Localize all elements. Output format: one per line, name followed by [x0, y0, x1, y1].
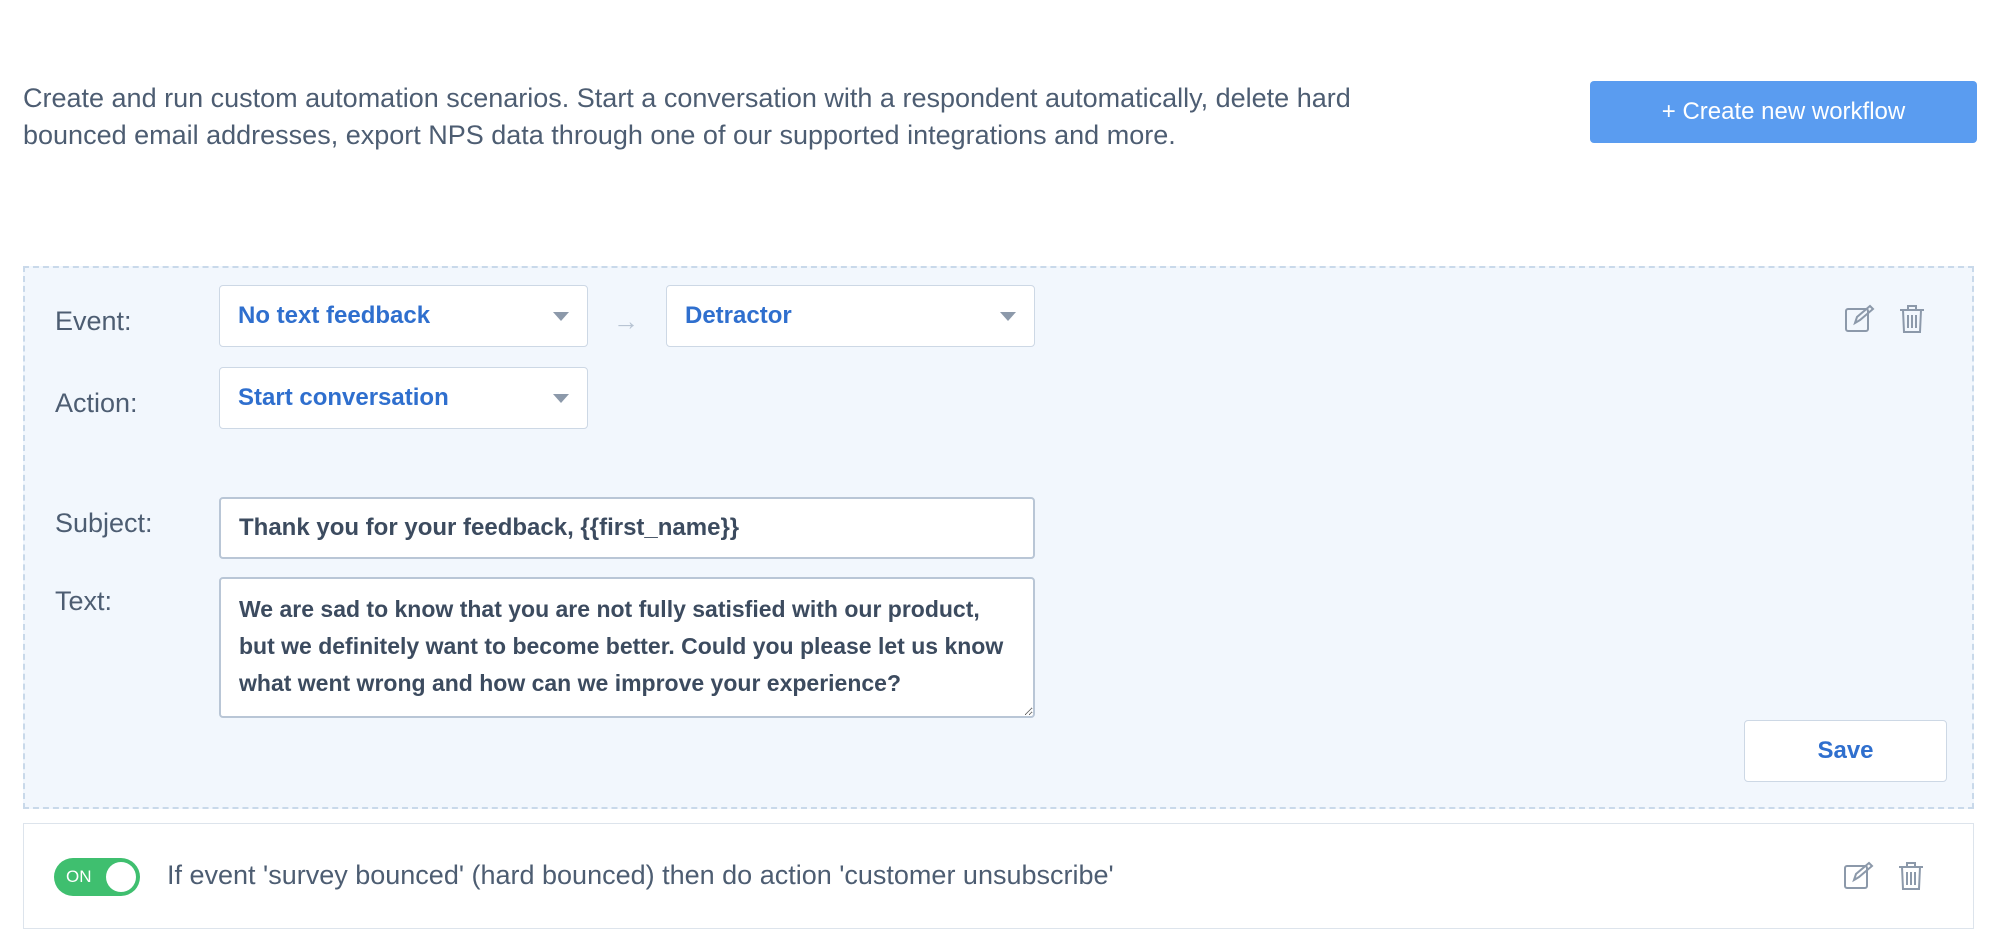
delete-workflow-button[interactable]: [1893, 300, 1931, 338]
edit-workflow-button[interactable]: [1840, 300, 1878, 338]
chevron-down-icon: [553, 393, 569, 403]
toggle-state-label: ON: [66, 867, 92, 886]
event-select-value: No text feedback: [238, 302, 431, 329]
chevron-down-icon: [1000, 311, 1016, 321]
action-select[interactable]: Start conversation: [219, 367, 588, 429]
delete-rule-button[interactable]: [1892, 857, 1930, 895]
toggle-knob: [106, 862, 136, 892]
segment-select[interactable]: Detractor: [666, 285, 1035, 347]
action-select-value: Start conversation: [238, 384, 449, 411]
edit-icon: [1845, 304, 1875, 332]
event-select[interactable]: No text feedback: [219, 285, 588, 347]
edit-rule-button[interactable]: [1839, 857, 1877, 895]
rule-description: If event 'survey bounced' (hard bounced)…: [167, 860, 1114, 890]
edit-icon: [1844, 861, 1874, 889]
action-label: Action:: [55, 388, 138, 418]
trash-icon: [1900, 305, 1924, 333]
intro-description: Create and run custom automation scenari…: [23, 83, 1351, 150]
save-button[interactable]: Save: [1744, 720, 1947, 782]
segment-select-value: Detractor: [685, 302, 792, 329]
create-new-workflow-button[interactable]: + Create new workflow: [1590, 81, 1977, 143]
rule-toggle[interactable]: ON: [54, 858, 140, 896]
workflow-rule-row: ON If event 'survey bounced' (hard bounc…: [23, 823, 1974, 929]
text-label: Text:: [55, 586, 113, 616]
message-textarea[interactable]: We are sad to know that you are not full…: [219, 577, 1035, 718]
subject-label: Subject:: [55, 508, 153, 538]
arrow-right-icon: →: [613, 306, 639, 336]
subject-input[interactable]: [219, 497, 1035, 559]
trash-icon: [1899, 862, 1923, 890]
chevron-down-icon: [553, 311, 569, 321]
event-label: Event:: [55, 306, 132, 336]
workflow-editor-panel: Event: No text feedback → Detractor Acti…: [23, 266, 1974, 809]
